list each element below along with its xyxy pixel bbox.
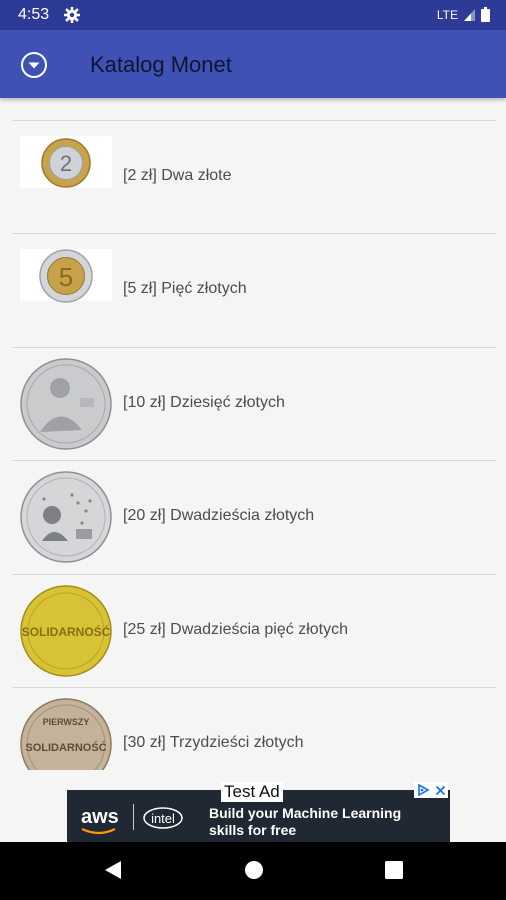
aws-smile-icon xyxy=(81,827,116,835)
intel-logo-text: intel xyxy=(151,811,175,826)
ad-banner[interactable]: Test Ad aws intel Build your Machine Lea… xyxy=(67,782,450,842)
status-bar: 4:53 LTE xyxy=(0,0,506,30)
settings-gear-icon xyxy=(64,7,80,23)
recent-apps-icon[interactable] xyxy=(383,859,405,881)
coin-5-zl-image: 5 xyxy=(20,249,112,303)
ad-headline-line-1: Build your Machine Learning xyxy=(209,805,402,821)
list-item-20-zl[interactable]: [20 zł] Dwadzieścia złotych xyxy=(0,461,506,573)
coin-30-zl-inscription: SOLIDARNOŚĆ xyxy=(25,741,106,754)
list-item-5-zl[interactable]: 5 [5 zł] Pięć złotych xyxy=(0,234,506,346)
ad-logo-separator xyxy=(133,804,134,830)
list-item-10-zl[interactable]: [10 zł] Dziesięć złotych xyxy=(0,348,506,460)
network-type: LTE xyxy=(436,7,458,22)
back-icon[interactable] xyxy=(102,859,124,881)
list-item-30-zl[interactable]: PIERWSZY SOLIDARNOŚĆ [30 zł] Trzydzieści… xyxy=(0,688,506,770)
adchoices-icon[interactable] xyxy=(417,784,430,796)
coin-30-zl-image: PIERWSZY SOLIDARNOŚĆ xyxy=(20,698,112,770)
list-item-label: [20 zł] Dwadzieścia złotych xyxy=(123,507,315,524)
list-item-2-zl[interactable]: 2 [2 zł] Dwa złote xyxy=(0,121,506,233)
list-item-label: [5 zł] Pięć złotych xyxy=(123,280,247,297)
list-item-label: [25 zł] Dwadzieścia pięć złotych xyxy=(123,621,348,638)
list-item-label: [2 zł] Dwa złote xyxy=(123,167,232,184)
close-ad-icon[interactable] xyxy=(435,785,446,796)
coin-30-zl-top-text: PIERWSZY xyxy=(43,717,90,727)
ad-headline-line-2: skills for free xyxy=(209,822,297,838)
list-item-label: [10 zł] Dziesięć złotych xyxy=(123,394,285,411)
list-item-label: [30 zł] Trzydzieści złotych xyxy=(123,734,304,751)
coin-2-zl-numeral: 2 xyxy=(60,151,72,176)
coin-5-zl-numeral: 5 xyxy=(59,262,73,292)
coin-25-zl-inscription: SOLIDARNOŚĆ xyxy=(22,624,111,639)
coin-20-zl-image xyxy=(20,471,112,563)
coin-2-zl-image: 2 xyxy=(20,136,112,188)
ad-choices[interactable] xyxy=(414,782,448,798)
ad-label: Test Ad xyxy=(221,782,283,802)
app-bar: Katalog Monet xyxy=(0,30,506,98)
coin-10-zl-image xyxy=(20,358,112,450)
coin-25-zl-image: SOLIDARNOŚĆ xyxy=(20,585,112,677)
intel-logo: intel xyxy=(143,807,183,829)
status-indicators: LTE xyxy=(437,7,490,22)
cell-signal-icon xyxy=(464,8,475,21)
page-title: Katalog Monet xyxy=(90,52,232,77)
status-time: 4:53 xyxy=(18,6,50,23)
coin-list[interactable]: 2 [2 zł] Dwa złote 5 [5 zł] Pięć złotych… xyxy=(0,100,506,770)
ad-headline: Build your Machine Learning skills for f… xyxy=(209,805,401,839)
list-item-25-zl[interactable]: SOLIDARNOŚĆ [25 zł] Dwadzieścia pięć zło… xyxy=(0,575,506,687)
navigation-bar xyxy=(0,842,506,900)
home-icon[interactable] xyxy=(243,859,265,881)
dropdown-menu-icon[interactable] xyxy=(20,51,48,79)
battery-icon xyxy=(481,7,490,22)
aws-logo: aws xyxy=(81,806,119,828)
